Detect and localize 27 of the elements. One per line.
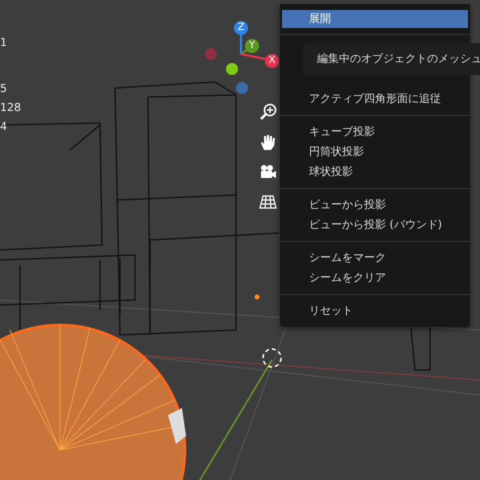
axis-dot[interactable] <box>226 63 238 75</box>
camera-icon[interactable] <box>259 163 277 181</box>
axis-dot[interactable] <box>205 48 217 60</box>
menu-item[interactable]: シームをマーク <box>280 248 470 268</box>
origin-dot <box>254 294 260 300</box>
menu-item[interactable]: 球状投影 <box>280 162 470 182</box>
stat-value: 128 <box>0 100 21 116</box>
stat-value: 1 <box>0 35 7 51</box>
menu-item[interactable]: ビューから投影 (バウンド) <box>280 215 470 235</box>
menu-item[interactable]: ビューから投影 <box>280 195 470 215</box>
axis-lines <box>240 34 266 60</box>
zoom-icon[interactable] <box>259 103 277 121</box>
menu-item[interactable]: 円筒状投影 <box>280 142 470 162</box>
stat-value: 5 <box>0 81 7 97</box>
hand-icon[interactable] <box>259 133 277 151</box>
menu-item[interactable]: アクティブ四角形面に追従 <box>280 89 470 109</box>
axis-button[interactable]: Z <box>234 21 248 35</box>
menu-item[interactable]: リセット <box>280 301 470 321</box>
menu-item[interactable]: シームをクリア <box>280 268 470 288</box>
grid-icon[interactable] <box>259 193 277 211</box>
tooltip: 編集中のオブジェクトのメッシュ <box>303 43 480 75</box>
menu-item[interactable]: キューブ投影 <box>280 122 470 142</box>
3d-cursor-icon <box>262 348 282 368</box>
stat-value: 4 <box>0 119 7 135</box>
menu-item[interactable]: 展開 <box>282 10 468 28</box>
axis-dot[interactable] <box>236 82 248 94</box>
axis-button[interactable]: X <box>265 54 279 68</box>
